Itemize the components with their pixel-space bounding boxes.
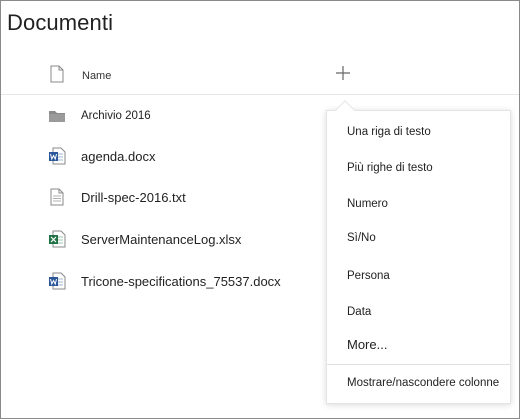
- list-item-archivio-2016[interactable]: Archivio 2016: [1, 102, 321, 132]
- file-type-icon[interactable]: [50, 65, 64, 83]
- column-header-row: Name: [1, 59, 519, 95]
- menu-item-single-line-text[interactable]: Una riga di testo: [327, 117, 510, 147]
- list-item-tricone-specifications-docx[interactable]: Tricone-specifications_75537.docx: [1, 267, 321, 297]
- menu-item-show-hide-columns[interactable]: Mostrare/nascondere colonne: [327, 368, 510, 398]
- list-item-agenda-docx[interactable]: agenda.docx: [1, 142, 321, 172]
- menu-item-number[interactable]: Numero: [327, 189, 510, 219]
- excel-doc-icon: [48, 230, 66, 248]
- menu-item-person[interactable]: Persona: [327, 261, 510, 291]
- menu-divider: [327, 364, 510, 365]
- page-title: Documenti: [7, 10, 114, 35]
- folder-icon: [48, 107, 66, 125]
- word-doc-icon: [48, 147, 66, 165]
- word-doc-icon: [48, 272, 66, 290]
- document-library-panel: Documenti Name Archivio 2016 agenda.docx…: [0, 0, 520, 419]
- list-item-servermaintenancelog-xlsx[interactable]: ServerMaintenanceLog.xlsx: [1, 225, 321, 255]
- file-name[interactable]: ServerMaintenanceLog.xlsx: [81, 232, 241, 247]
- file-name[interactable]: Tricone-specifications_75537.docx: [81, 274, 281, 289]
- plus-icon: [336, 66, 350, 80]
- list-item-drill-spec-txt[interactable]: Drill-spec-2016.txt: [1, 183, 321, 213]
- file-name[interactable]: Archivio 2016: [81, 110, 151, 122]
- name-column-header[interactable]: Name: [82, 70, 111, 82]
- file-name[interactable]: agenda.docx: [81, 149, 155, 164]
- add-column-menu: Una riga di testo Più righe di testo Num…: [326, 110, 511, 404]
- menu-item-date[interactable]: Data: [327, 297, 510, 327]
- menu-item-multi-line-text[interactable]: Più righe di testo: [327, 153, 510, 183]
- text-file-icon: [48, 188, 66, 206]
- file-name[interactable]: Drill-spec-2016.txt: [81, 190, 186, 205]
- add-column-button[interactable]: [334, 64, 352, 82]
- menu-item-more[interactable]: More...: [327, 330, 510, 360]
- menu-item-yes-no[interactable]: Sì/No: [327, 223, 510, 253]
